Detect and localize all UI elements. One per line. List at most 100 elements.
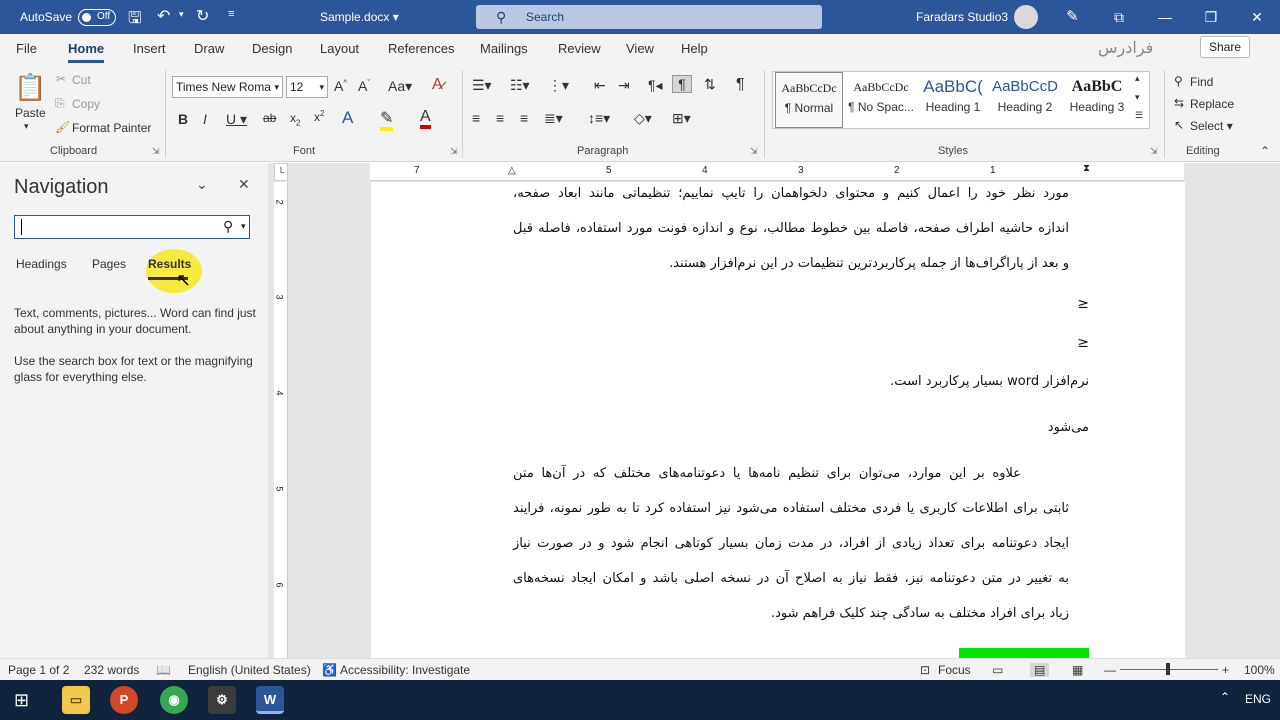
undo-dropdown-icon[interactable]: ▾ [179,9,184,20]
ribbon-display-icon[interactable]: ⧉ [1096,0,1142,34]
clipboard-launcher-icon[interactable]: ⇲ [152,146,160,157]
cut-button[interactable]: Cut [72,73,91,87]
multilevel-list-icon[interactable]: ⋮▾ [548,77,569,94]
zoom-out-icon[interactable]: — [1104,663,1116,677]
tab-design[interactable]: Design [252,41,292,56]
proofing-icon[interactable]: 📖 [156,663,171,677]
close-icon[interactable]: ✕ [238,176,250,193]
chrome-icon[interactable]: ◉ [160,686,188,714]
tab-draw[interactable]: Draw [194,41,224,56]
change-case-icon[interactable]: Aa▾ [388,78,412,95]
bullets-icon[interactable]: ☰▾ [472,77,492,94]
highlight-color-icon[interactable]: ✎ [380,108,394,131]
tab-mailings[interactable]: Mailings [480,41,528,56]
align-left-icon[interactable]: ≡ [472,110,480,126]
grow-font-icon[interactable]: A^ [334,78,347,94]
find-button[interactable]: Find [1190,75,1213,89]
chevron-down-icon[interactable]: ⌄ [196,176,208,193]
font-size-select[interactable]: 12 ▾ [286,76,328,98]
zoom-level[interactable]: 100% [1244,663,1275,677]
read-mode-icon[interactable]: ▭ [992,663,1003,677]
text-effects-icon[interactable]: A [342,108,353,128]
justify-icon[interactable]: ≣▾ [544,110,563,127]
minimize-button[interactable]: — [1142,0,1188,34]
nav-tab-results[interactable]: Results [148,257,191,271]
styles-launcher-icon[interactable]: ⇲ [1150,146,1158,157]
shading-icon[interactable]: ◇▾ [634,110,652,127]
left-indent-marker[interactable]: △ [508,165,516,176]
numbering-icon[interactable]: ☷▾ [510,77,530,94]
styles-scroll-up-icon[interactable]: ▴ [1135,73,1140,84]
clear-formatting-icon[interactable]: A̷ [432,76,443,94]
center-icon[interactable]: ≡ [496,110,504,126]
paste-dropdown-icon[interactable]: ▾ [24,121,29,132]
paste-icon[interactable]: 📋 [14,72,46,104]
zoom-slider-thumb[interactable] [1166,663,1170,675]
focus-button[interactable]: Focus [938,663,971,677]
font-launcher-icon[interactable]: ⇲ [450,146,458,157]
avatar[interactable] [1014,5,1038,29]
zoom-in-icon[interactable]: + [1222,663,1229,677]
document-title[interactable]: Sample.docx ▾ [320,10,399,24]
increase-indent-icon[interactable]: ⇥ [618,77,630,94]
tab-selector[interactable]: └ [274,163,288,181]
tab-insert[interactable]: Insert [133,41,166,56]
style-heading-3[interactable]: AaBbC Heading 3 [1063,72,1131,128]
accessibility-status[interactable]: Accessibility: Investigate [340,663,470,677]
tab-view[interactable]: View [626,41,654,56]
windows-start-icon[interactable]: ⊞ [14,690,29,711]
share-button[interactable]: Share [1200,36,1251,58]
magnifier-icon[interactable]: ⚲ [223,218,233,235]
superscript-icon[interactable]: x2 [314,109,324,124]
underline-icon[interactable]: U ▾ [226,111,247,128]
style-no-spacing[interactable]: AaBbCcDc ¶ No Spac... [847,72,915,128]
select-button[interactable]: Select ▾ [1190,119,1233,133]
format-painter-button[interactable]: Format Painter [72,121,151,135]
input-language[interactable]: ENG [1245,692,1271,706]
right-indent-marker[interactable]: ⧗ [1083,163,1090,174]
italic-icon[interactable]: I [203,111,207,127]
save-icon[interactable]: 🖫 [128,7,142,34]
search-box[interactable]: ⚲ Search [476,5,822,29]
show-formatting-icon[interactable]: ¶ [736,76,745,94]
style-heading-2[interactable]: AaBbCcD Heading 2 [991,72,1059,128]
shrink-font-icon[interactable]: Aˇ [358,78,370,94]
document-page[interactable]: مورد نظر خود را اعمال کنیم و محتوای دلخو… [371,182,1185,658]
autosave-toggle[interactable]: Off [78,9,116,26]
restore-button[interactable]: ❐ [1188,0,1234,34]
tab-file[interactable]: File [16,41,37,56]
font-family-select[interactable]: Times New Roma ▾ [172,76,283,98]
tab-review[interactable]: Review [558,41,601,56]
font-color-icon[interactable]: A [420,108,431,129]
style-normal[interactable]: AaBbCcDc ¶ Normal [775,72,843,128]
search-options-icon[interactable]: ▾ [241,221,246,232]
sort-icon[interactable]: ⇅ [704,76,716,93]
vertical-scrollbar-area[interactable] [1186,182,1280,658]
styles-scroll-down-icon[interactable]: ▾ [1135,92,1140,103]
paragraph-launcher-icon[interactable]: ⇲ [750,146,758,157]
style-heading-1[interactable]: AaBbC( Heading 1 [919,72,987,128]
print-layout-icon[interactable]: ▤ [1030,663,1050,677]
tab-references[interactable]: References [388,41,454,56]
collapse-ribbon-icon[interactable]: ⌃ [1260,144,1270,158]
rtl-direction-icon[interactable]: ¶◂ [648,77,663,94]
tab-layout[interactable]: Layout [320,41,359,56]
language[interactable]: English (United States) [188,663,311,677]
undo-icon[interactable]: ↶ [157,6,170,26]
tab-home[interactable]: Home [68,41,104,56]
pen-icon[interactable]: ✎ [1066,7,1079,25]
file-explorer-icon[interactable]: ▭ [62,686,90,714]
user-name[interactable]: Faradars Studio3 [916,10,1008,24]
styles-more-icon[interactable]: ☰ [1135,110,1143,121]
decrease-indent-icon[interactable]: ⇤ [594,77,606,94]
chevron-up-icon[interactable]: ⌃ [1220,690,1230,704]
bold-icon[interactable]: B [178,111,188,127]
align-right-icon[interactable]: ≡ [520,110,528,126]
word-count[interactable]: 232 words [84,663,139,677]
copy-button[interactable]: Copy [72,97,100,111]
paste-button[interactable]: Paste [15,106,46,120]
tab-help[interactable]: Help [681,41,708,56]
line-spacing-icon[interactable]: ↕≡▾ [588,110,610,127]
page-count[interactable]: Page 1 of 2 [8,663,69,677]
borders-icon[interactable]: ⊞▾ [672,110,691,127]
